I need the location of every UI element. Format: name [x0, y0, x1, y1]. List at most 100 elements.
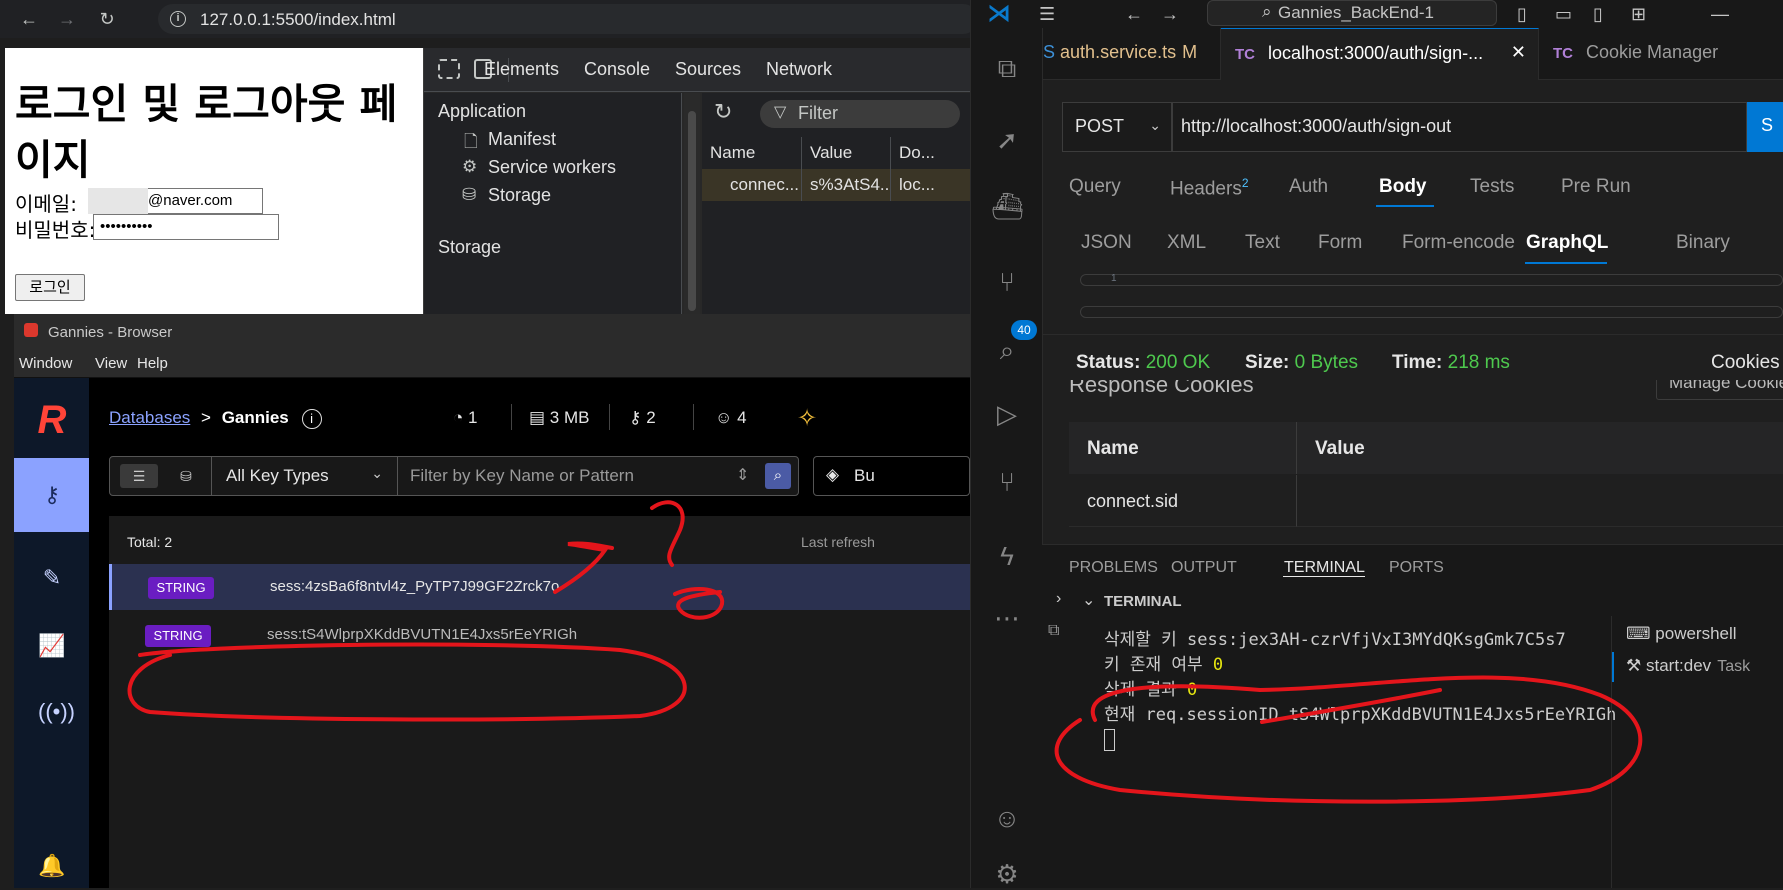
variables-editor[interactable]: [1080, 306, 1783, 318]
forward-icon[interactable]: →: [56, 8, 78, 30]
tab-pre-run[interactable]: Pre Run: [1561, 176, 1631, 198]
run-debug-icon[interactable]: ▷: [991, 398, 1023, 430]
cookie-value-cell[interactable]: s%3AtS4...: [802, 169, 891, 201]
refresh-icon[interactable]: ↻: [714, 99, 732, 125]
tree-view-icon[interactable]: ⛁: [172, 464, 200, 488]
reload-icon[interactable]: ↻: [96, 8, 118, 30]
back-icon[interactable]: ←: [1125, 4, 1143, 25]
more-icon[interactable]: ⋯: [991, 602, 1023, 634]
panel-tab-ports[interactable]: PORTS: [1389, 559, 1444, 577]
terminal[interactable]: ⧉ 삭제할 키 sess:jex3AH-czrVfjVxI3MYdQKsgGmk…: [1042, 616, 1783, 888]
forward-icon[interactable]: →: [1161, 4, 1179, 25]
toggle-secondary-sidebar-icon[interactable]: ▯: [1593, 4, 1603, 25]
thunder-client-icon[interactable]: ϟ: [991, 540, 1023, 572]
sparkle-icon[interactable]: ✧: [797, 404, 817, 433]
tab-sources[interactable]: Sources: [675, 59, 741, 80]
sort-icon[interactable]: ⇕: [736, 465, 749, 485]
column-name[interactable]: Name: [702, 137, 802, 169]
redis-logo-icon[interactable]: R: [32, 400, 72, 440]
bulk-actions-button[interactable]: ◈ Bu: [813, 456, 970, 496]
menu-view[interactable]: View: [95, 355, 127, 372]
analytics-icon[interactable]: 📈: [38, 632, 66, 660]
toggle-panel-icon[interactable]: ▭: [1555, 4, 1572, 25]
cookie-name-cell[interactable]: connect.sid: [1069, 475, 1297, 527]
method-select[interactable]: POST ⌄: [1062, 102, 1172, 152]
body-tab-form-encode[interactable]: Form-encode: [1402, 232, 1515, 254]
breadcrumb-databases-link[interactable]: Databases: [109, 408, 190, 427]
chevron-down-icon[interactable]: ⌄: [1082, 590, 1095, 610]
email-field[interactable]: @naver.com: [88, 188, 263, 214]
tab-headers[interactable]: Headers2: [1170, 176, 1249, 200]
key-row[interactable]: STRING sess:tS4WlprpXKddBVUTN1E4Jxs5rEeY…: [109, 612, 970, 658]
workbench-icon[interactable]: ✎: [38, 564, 66, 592]
tab-auth-service[interactable]: S auth.service.ts M: [1043, 28, 1221, 80]
menu-help[interactable]: Help: [137, 355, 168, 372]
tab-network[interactable]: Network: [766, 59, 832, 80]
bell-icon[interactable]: 🔔: [38, 852, 66, 880]
response-tab-cookies[interactable]: Cookies: [1711, 352, 1780, 374]
remote-icon[interactable]: ➚: [991, 124, 1023, 156]
git-graph-icon[interactable]: ⑂: [991, 466, 1023, 498]
body-tab-form[interactable]: Form: [1318, 232, 1362, 254]
sidebar-item-service-workers[interactable]: Service workers: [488, 157, 616, 178]
send-button[interactable]: S: [1747, 102, 1783, 152]
sidebar-scrollbar[interactable]: [684, 93, 700, 314]
key-pattern-input[interactable]: Filter by Key Name or Pattern: [410, 466, 634, 486]
inspect-icon[interactable]: [438, 59, 460, 79]
cookie-value-cell[interactable]: [1297, 475, 1783, 527]
tab-cookie-manager[interactable]: TC Cookie Manager: [1539, 28, 1783, 80]
tab-thunder-client-request[interactable]: TC localhost:3000/auth/sign-... ✕: [1221, 28, 1539, 80]
key-row[interactable]: STRING sess:4zsBa6f8ntvl4z_PyTP7J99GF2Zr…: [109, 564, 970, 610]
account-icon[interactable]: ☺: [991, 802, 1023, 834]
pubsub-icon[interactable]: ((•)): [38, 698, 75, 726]
menu-icon[interactable]: ☰: [1039, 4, 1055, 25]
sidebar-item-manifest[interactable]: Manifest: [488, 129, 556, 150]
customize-layout-icon[interactable]: ⊞: [1631, 4, 1646, 25]
command-center-search[interactable]: ⌕ Gannies_BackEnd-1: [1207, 0, 1497, 26]
back-icon[interactable]: ←: [18, 8, 40, 30]
request-url-input[interactable]: http://localhost:3000/auth/sign-out: [1172, 102, 1747, 152]
source-control-icon[interactable]: ⑂: [991, 266, 1023, 298]
key-icon[interactable]: ⚷: [38, 481, 66, 509]
site-info-icon[interactable]: i: [170, 11, 186, 27]
column-domain[interactable]: Do...: [891, 137, 971, 169]
query-editor[interactable]: 1: [1080, 273, 1783, 286]
explorer-icon[interactable]: ⧉: [991, 52, 1023, 84]
login-button[interactable]: 로그인: [15, 274, 85, 301]
terminal-item-powershell[interactable]: ⌨ powershell: [1626, 624, 1737, 644]
body-tab-xml[interactable]: XML: [1167, 232, 1206, 254]
tab-tests[interactable]: Tests: [1470, 176, 1514, 198]
settings-gear-icon[interactable]: ⚙: [991, 858, 1023, 890]
tab-auth[interactable]: Auth: [1289, 176, 1328, 198]
tab-body[interactable]: Body: [1379, 176, 1427, 198]
body-tab-json[interactable]: JSON: [1081, 232, 1132, 254]
toggle-sidebar-icon[interactable]: ▯: [1517, 4, 1527, 25]
info-icon[interactable]: i: [301, 409, 322, 429]
panel-tab-output[interactable]: OUTPUT: [1171, 559, 1237, 577]
tab-console[interactable]: Console: [584, 59, 650, 80]
minimize-icon[interactable]: —: [1711, 4, 1729, 25]
panel-tab-terminal[interactable]: TERMINAL: [1284, 559, 1365, 577]
tab-query[interactable]: Query: [1069, 176, 1121, 198]
terminal-item-start-dev[interactable]: ⚒ start:dev Task: [1626, 656, 1750, 676]
address-bar[interactable]: i 127.0.0.1:5500/index.html: [158, 4, 978, 34]
list-view-icon[interactable]: ☰: [120, 464, 158, 488]
tab-elements[interactable]: Elements: [484, 59, 559, 80]
cookie-name-cell[interactable]: connec...: [702, 169, 802, 201]
close-icon[interactable]: ✕: [1511, 42, 1526, 63]
manage-cookies-button[interactable]: Manage Cookies: [1656, 380, 1783, 400]
key-type-select[interactable]: All Key Types ⌄: [212, 457, 398, 495]
menu-window[interactable]: Window: [19, 355, 72, 372]
search-icon[interactable]: ⌕: [991, 334, 1023, 366]
body-tab-binary[interactable]: Binary: [1676, 232, 1730, 254]
panel-tab-problems[interactable]: PROBLEMS: [1069, 559, 1158, 577]
docker-icon[interactable]: ⛴: [991, 190, 1024, 222]
chevron-right-icon[interactable]: ›: [1056, 590, 1061, 608]
cookie-domain-cell[interactable]: loc...: [891, 169, 971, 201]
body-tab-text[interactable]: Text: [1245, 232, 1280, 254]
cookie-filter-input[interactable]: ▽ Filter: [760, 100, 960, 128]
body-tab-graphql[interactable]: GraphQL: [1526, 232, 1608, 254]
column-value[interactable]: Value: [802, 137, 891, 169]
sidebar-item-storage[interactable]: Storage: [488, 185, 551, 206]
search-icon[interactable]: ⌕: [765, 463, 791, 489]
